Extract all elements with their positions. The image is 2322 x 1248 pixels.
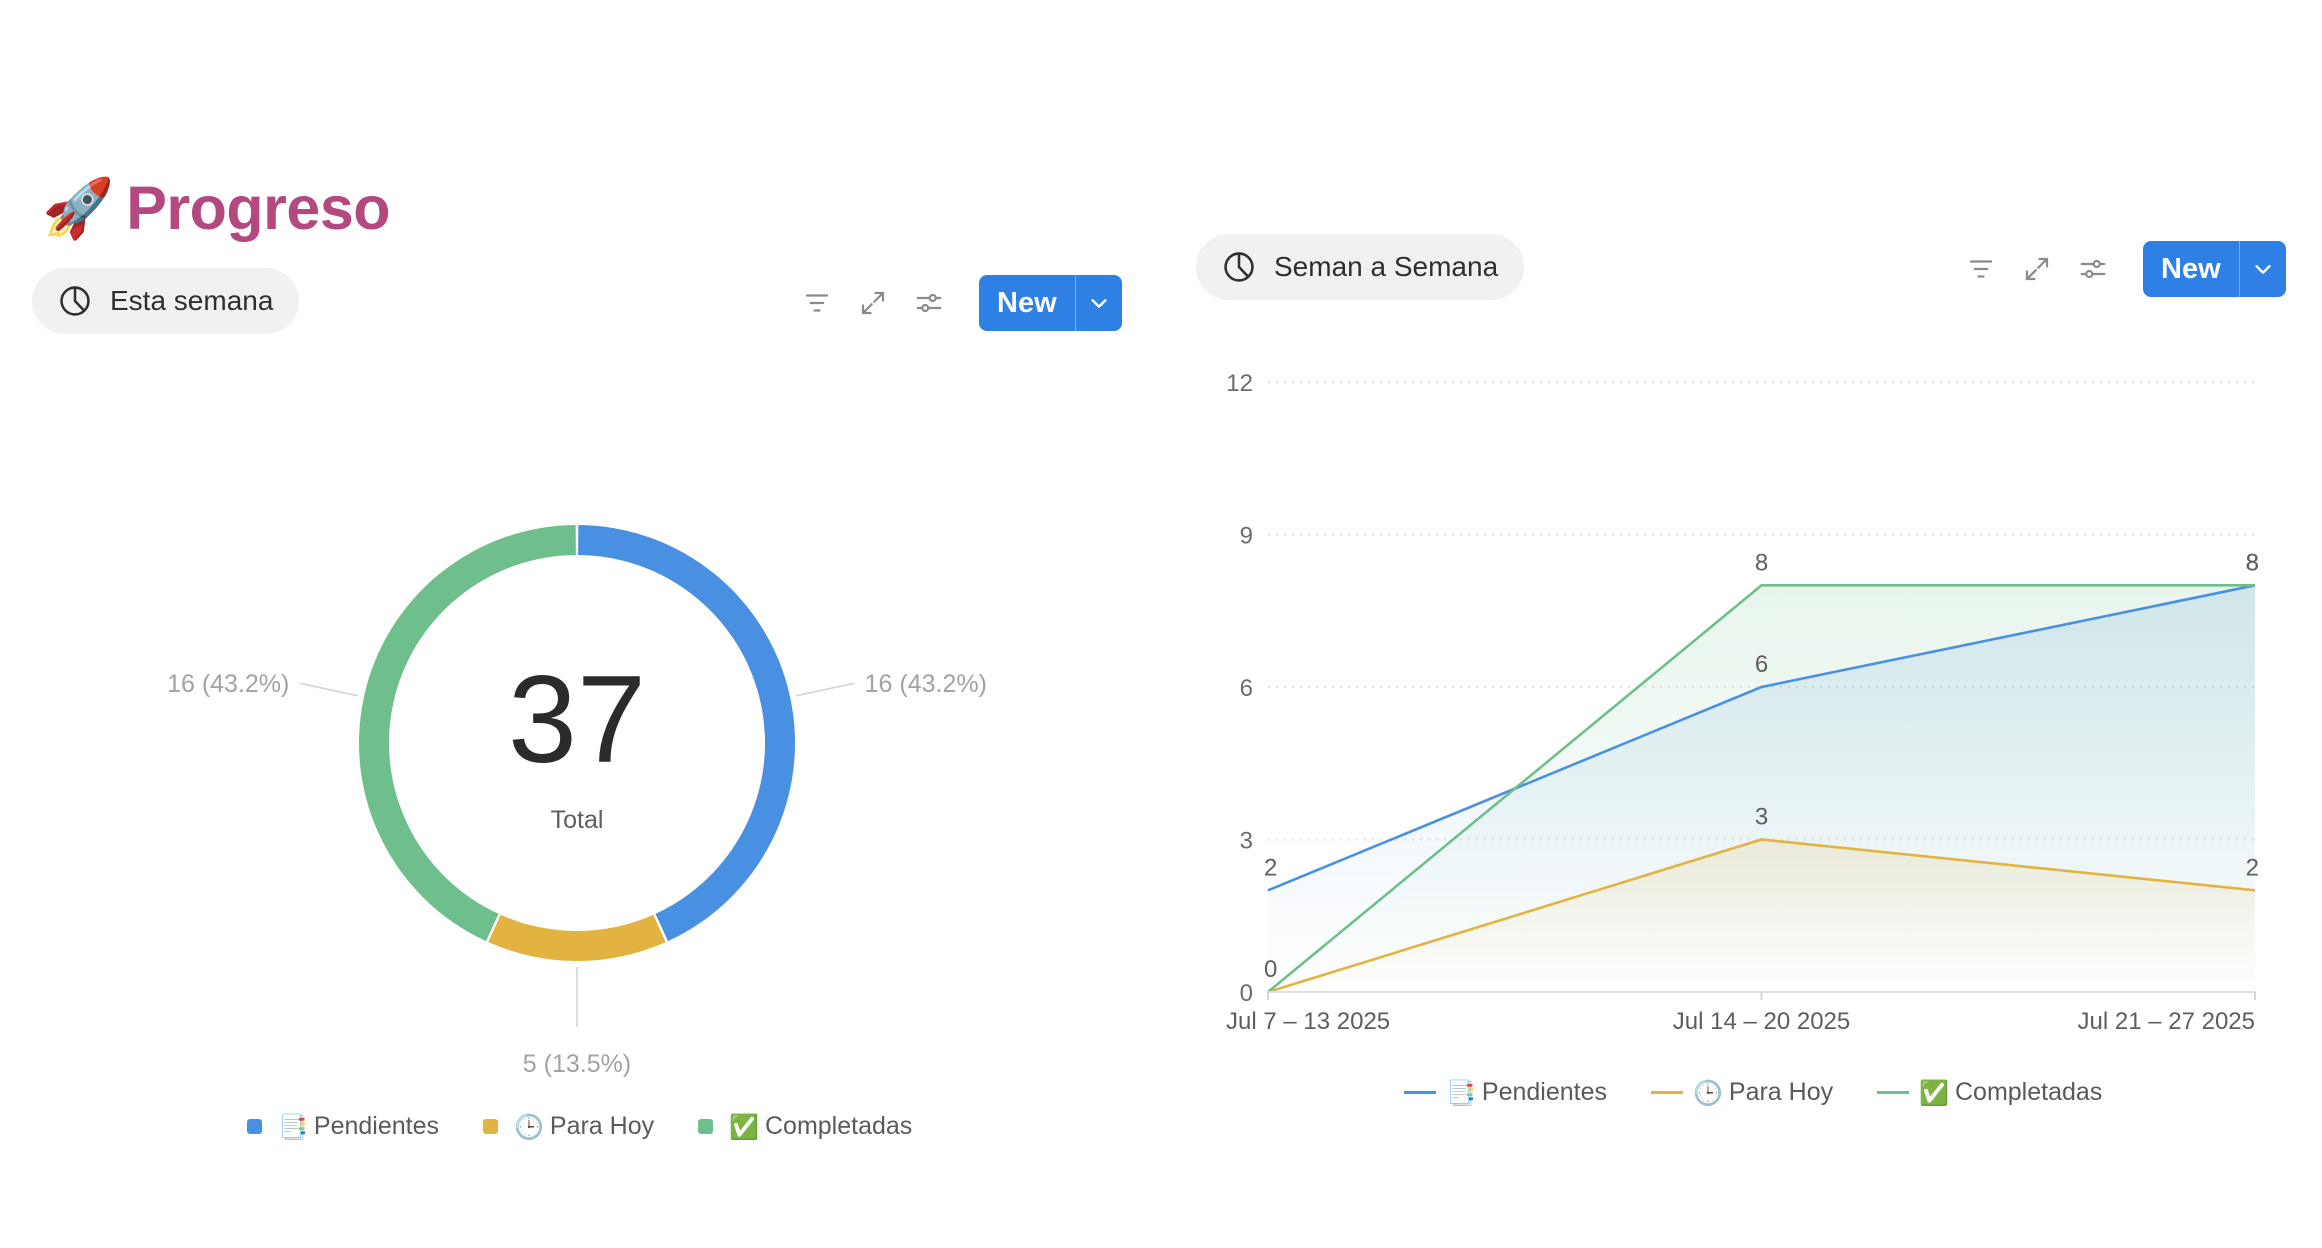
legend-emoji-icon: 🕒 [1693,1078,1723,1107]
legend-label: Completadas [1955,1078,2103,1106]
y-tick-label: 9 [1240,523,1253,550]
legend-swatch [1404,1091,1436,1094]
legend-swatch [1877,1091,1910,1094]
data-label: 6 [1755,651,1768,678]
x-tick-label: Jul 14 – 20 2025 [1673,1008,1850,1035]
legend-emoji-icon: 📑 [1446,1078,1476,1107]
legend-label: Para Hoy [1728,1078,1834,1106]
data-label: 8 [1755,549,1768,576]
legend-item[interactable]: ✅ Completadas [1877,1078,2102,1107]
y-tick-label: 3 [1240,828,1253,855]
x-tick-label: Jul 7 – 13 2025 [1226,1008,1390,1035]
data-label: 0 [1264,956,1277,983]
series-area [1268,585,2255,992]
legend-emoji-icon: ✅ [1919,1078,1949,1107]
legend-item[interactable]: 🕒 Para Hoy [1651,1078,1833,1107]
data-label: 2 [2246,854,2259,881]
data-label: 3 [1755,804,1768,831]
legend-item[interactable]: 📑 Pendientes [1404,1078,1607,1107]
line-legend: 📑 Pendientes 🕒 Para Hoy ✅ Completadas [1404,1078,2102,1107]
x-tick-label: Jul 21 – 27 2025 [2078,1008,2255,1035]
y-tick-label: 12 [1226,370,1253,397]
legend-swatch [1651,1091,1683,1094]
y-tick-label: 0 [1240,980,1253,1007]
legend-label: Pendientes [1481,1078,1607,1106]
data-label: 8 [2246,549,2259,576]
data-label: 2 [1264,854,1277,881]
line-chart: 2680328 8 036912Jul 7 – 13 2025 Jul 14 – 2… [1226,370,2259,1035]
y-tick-label: 6 [1240,675,1253,702]
